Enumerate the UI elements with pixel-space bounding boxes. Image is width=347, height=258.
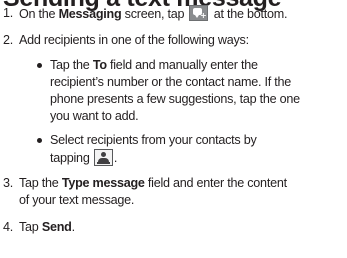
step-4-bold: Send — [41, 220, 72, 234]
step-3-pre: Tap the — [19, 176, 62, 190]
bullet-1-line-2: recipient’s number or the contact name. … — [50, 75, 291, 89]
step-2-number: 2. — [3, 33, 14, 47]
bullet-1-dot — [37, 63, 42, 68]
bullet-2-dot — [37, 138, 42, 143]
step-1-after-icon: at the bottom. — [210, 7, 288, 21]
step-4-number: 4. — [3, 220, 14, 234]
step-1-bold: Messaging — [58, 7, 122, 21]
step-1-post: screen, tap — [121, 7, 188, 21]
step-1-pre: On the — [19, 7, 59, 21]
step-1-text: On the Messaging screen, tap + at the bo… — [19, 5, 287, 23]
step-3-line-2: of your text message. — [19, 193, 135, 207]
bullet-1-line-1: Tap the To field and manually enter the — [50, 57, 258, 74]
step-3-number: 3. — [3, 176, 14, 190]
bullet-2-pre: tapping — [50, 151, 93, 165]
bullet-2-line-2: tapping . — [50, 149, 117, 167]
step-2-text: Add recipients in one of the following w… — [19, 33, 249, 47]
step-4-post: . — [71, 220, 76, 234]
step-3-bold: Type message — [61, 176, 145, 190]
bullet-1-pre: Tap the — [50, 58, 93, 72]
step-4-text: Tap Send. — [19, 219, 75, 236]
contacts-icon — [93, 149, 113, 166]
new-message-icon: + — [189, 5, 209, 21]
bullet-2-line-1: Select recipients from your contacts by — [50, 133, 257, 147]
step-4-pre: Tap — [19, 220, 42, 234]
bullet-2-post: . — [113, 151, 118, 165]
step-3-line-1: Tap the Type message field and enter the… — [19, 175, 287, 192]
step-1-number: 1. — [3, 6, 14, 20]
step-3-post: field and enter the content — [144, 176, 287, 190]
bullet-1-line-4: you want to add. — [50, 109, 139, 123]
bullet-1-bold: To — [92, 58, 107, 72]
manual-page: Sending a text message 1. On the Messagi… — [0, 0, 347, 258]
bullet-1-line-3: phone presents a few suggestions, tap th… — [50, 92, 300, 106]
bullet-1-post: field and manually enter the — [106, 58, 258, 72]
